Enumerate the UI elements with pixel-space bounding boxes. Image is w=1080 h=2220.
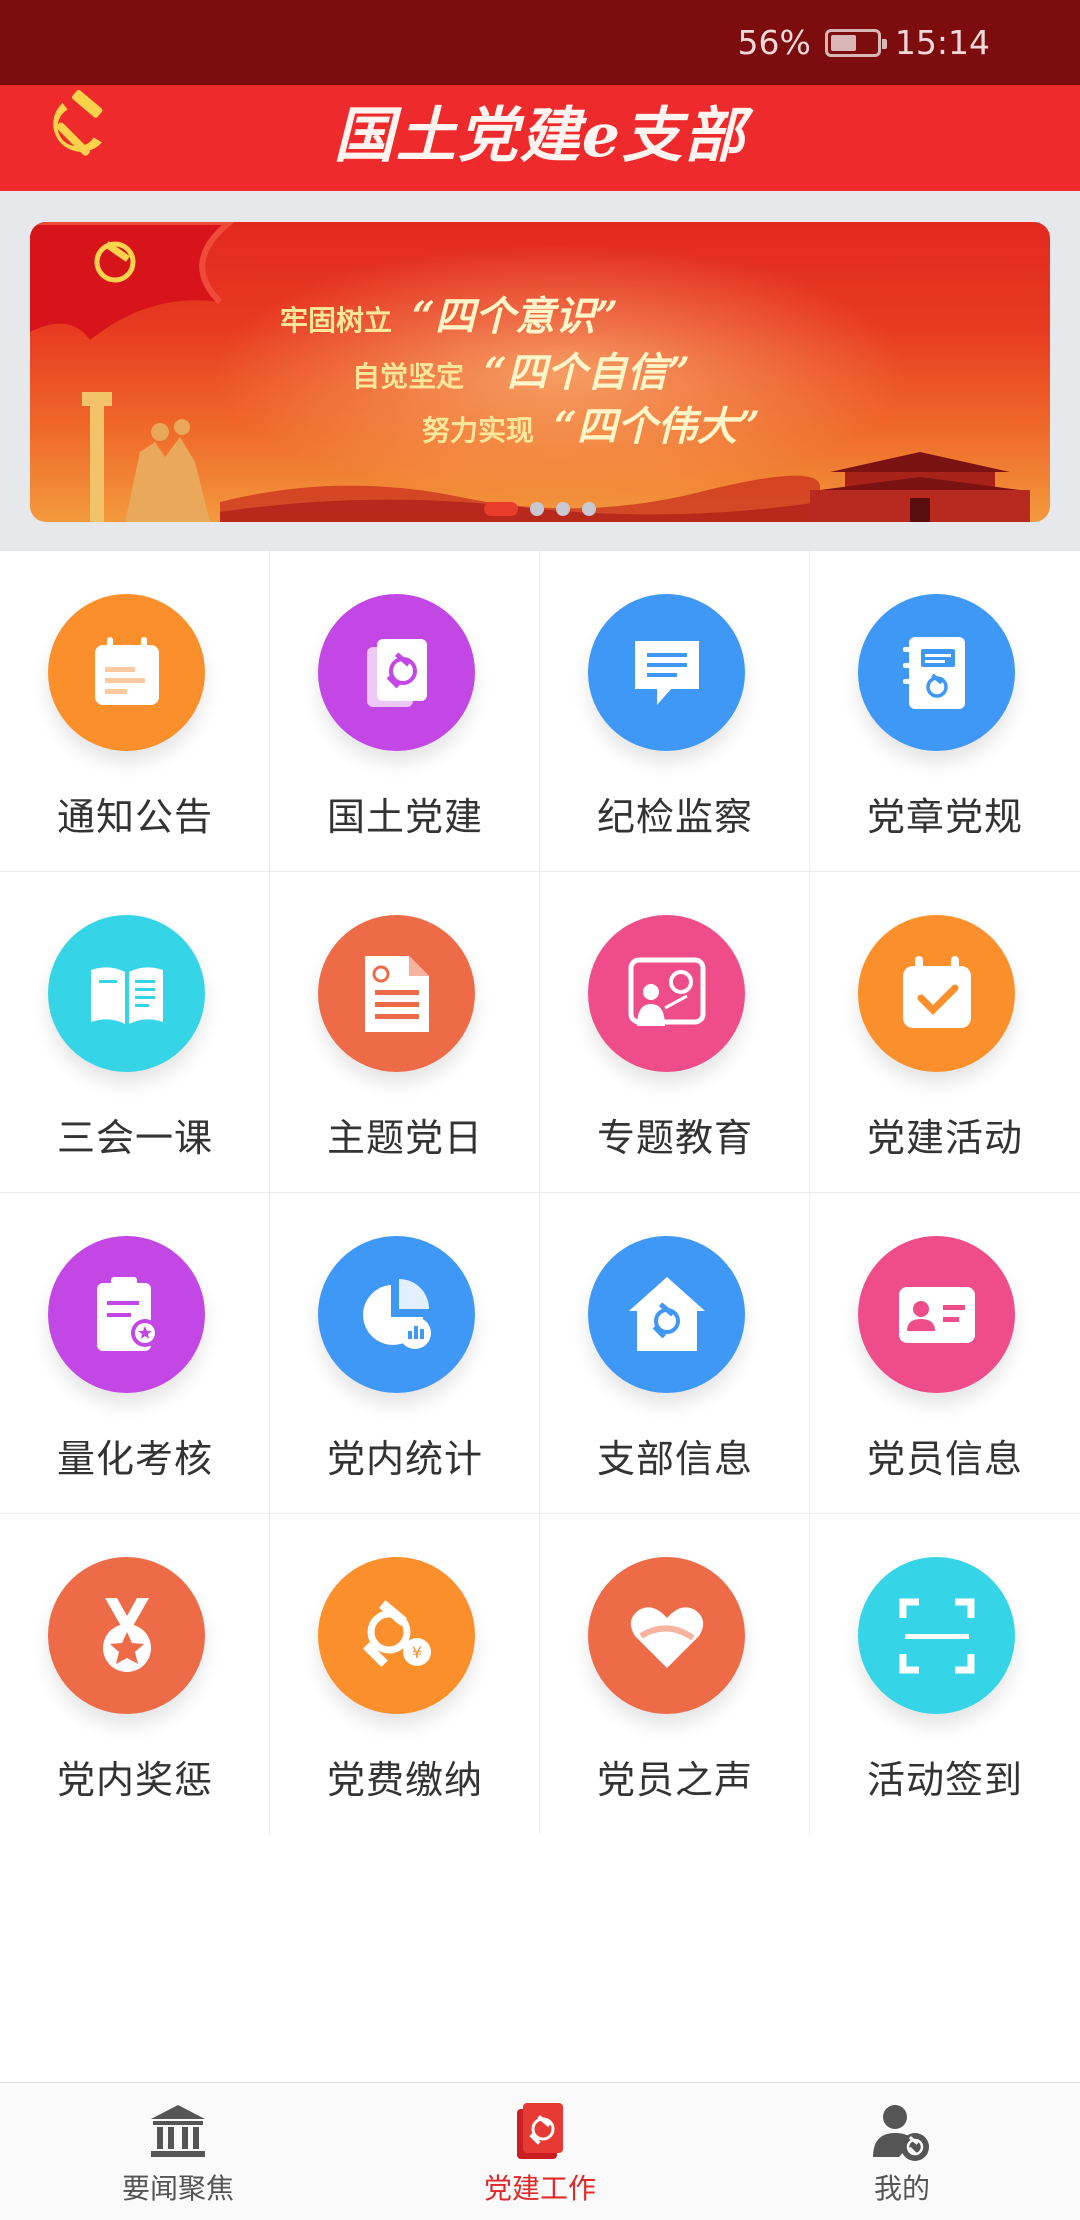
grid-item-label: 支部信息 [596, 1437, 753, 1481]
grid-item-label: 专题教育 [596, 1116, 753, 1160]
scan-frame-icon [858, 1557, 1015, 1714]
monument-icon [82, 392, 210, 522]
nav-label-news: 要闻聚焦 [121, 2172, 234, 2205]
lecture-board-icon [588, 915, 745, 1072]
chat-document-icon [588, 594, 745, 751]
banner-line-2: 自觉坚定 “四个自信” [352, 349, 691, 396]
grid-item-label: 量化考核 [56, 1437, 213, 1481]
carousel-dot[interactable] [582, 502, 596, 516]
party-book-icon [517, 2103, 563, 2159]
status-bar: 56% 15:14 [0, 0, 1080, 85]
party-fee-icon: ¥ [318, 1557, 475, 1714]
feature-grid: 通知公告 国土党建 纪检监察 党章党规三会一课 主题党日 专题教育 党建活动量化考核 党内统计… [0, 551, 1080, 1835]
grid-item-party-notebook[interactable]: 党章党规 [810, 551, 1080, 872]
banner-carousel[interactable]: 牢固树立 “四个意识” 自觉坚定 “四个自信” 努力实现 “四个伟大” [30, 222, 1050, 522]
calendar-notice-icon [48, 594, 205, 751]
grid-item-label: 党费缴纳 [326, 1758, 483, 1802]
bank-building-icon [151, 2105, 205, 2157]
status-indicators: 56% 15:14 [738, 0, 990, 85]
grid-item-scan-frame[interactable]: 活动签到 [810, 1514, 1080, 1835]
nav-item-mine[interactable]: 我的 [724, 2083, 1080, 2220]
banner-area: 牢固树立 “四个意识” 自觉坚定 “四个自信” 努力实现 “四个伟大” [0, 191, 1080, 551]
pie-chart-icon [318, 1236, 475, 1393]
carousel-dot[interactable] [556, 502, 570, 516]
nav-label-party-work: 党建工作 [483, 2172, 596, 2205]
grid-item-calendar-notice[interactable]: 通知公告 [0, 551, 270, 872]
nav-label-mine: 我的 [873, 2172, 930, 2205]
grid-item-party-book[interactable]: 国土党建 [270, 551, 540, 872]
grid-item-label: 党内奖惩 [56, 1758, 213, 1802]
banner-line-3: 努力实现 “四个伟大” [422, 403, 761, 450]
grid-item-clipboard-award[interactable]: 量化考核 [0, 1193, 270, 1514]
grid-item-label: 党员信息 [866, 1437, 1023, 1481]
grid-item-label: 纪检监察 [596, 795, 753, 839]
grid-item-medal[interactable]: 党内奖惩 [0, 1514, 270, 1835]
carousel-indicator [30, 502, 1050, 516]
calendar-check-icon [858, 915, 1015, 1072]
carousel-dot[interactable] [484, 502, 518, 516]
party-document-icon [318, 915, 475, 1072]
grid-item-party-fee[interactable]: ¥ 党费缴纳 [270, 1514, 540, 1835]
grid-item-label: 党建活动 [866, 1116, 1023, 1160]
banner-line-1: 牢固树立 “四个意识” [280, 293, 619, 340]
grid-item-label: 党内统计 [326, 1437, 483, 1481]
nav-item-news[interactable]: 要闻聚焦 [0, 2083, 356, 2220]
svg-text:¥: ¥ [411, 1643, 421, 1662]
grid-item-party-document[interactable]: 主题党日 [270, 872, 540, 1193]
grid-item-pie-chart[interactable]: 党内统计 [270, 1193, 540, 1514]
grid-item-chat-document[interactable]: 纪检监察 [540, 551, 810, 872]
grid-item-lecture-board[interactable]: 专题教育 [540, 872, 810, 1193]
party-house-icon [588, 1236, 745, 1393]
user-party-icon [873, 2105, 929, 2161]
medal-icon [48, 1557, 205, 1714]
open-book-icon [48, 915, 205, 1072]
id-card-icon [858, 1236, 1015, 1393]
battery-icon [824, 28, 887, 57]
nav-item-party-work[interactable]: 党建工作 [356, 2083, 724, 2220]
battery-percent: 56% [737, 23, 811, 62]
grid-item-open-book[interactable]: 三会一课 [0, 872, 270, 1193]
grid-item-party-house[interactable]: 支部信息 [540, 1193, 810, 1514]
heart-ribbon-icon [588, 1557, 745, 1714]
app-title: 国土党建e支部 [333, 100, 747, 171]
grid-item-label: 党员之声 [596, 1758, 753, 1802]
grid-item-heart-ribbon[interactable]: 党员之声 [540, 1514, 810, 1835]
grid-item-calendar-check[interactable]: 党建活动 [810, 872, 1080, 1193]
grid-item-id-card[interactable]: 党员信息 [810, 1193, 1080, 1514]
flag-icon [30, 222, 235, 340]
grid-item-label: 活动签到 [866, 1758, 1023, 1802]
grid-item-label: 通知公告 [56, 795, 213, 839]
grid-item-label: 主题党日 [326, 1116, 483, 1160]
carousel-dot[interactable] [530, 502, 544, 516]
grid-item-label: 三会一课 [56, 1116, 213, 1160]
grid-item-label: 党章党规 [866, 795, 1023, 839]
grid-item-label: 国土党建 [326, 795, 483, 839]
bottom-nav: 要闻聚焦 党建工作 我的 [0, 2082, 1080, 2220]
clipboard-award-icon [48, 1236, 205, 1393]
clock: 15:14 [894, 23, 990, 62]
app-header: 国土党建e支部 [0, 85, 1080, 191]
party-notebook-icon [858, 594, 1015, 751]
party-book-icon [318, 594, 475, 751]
